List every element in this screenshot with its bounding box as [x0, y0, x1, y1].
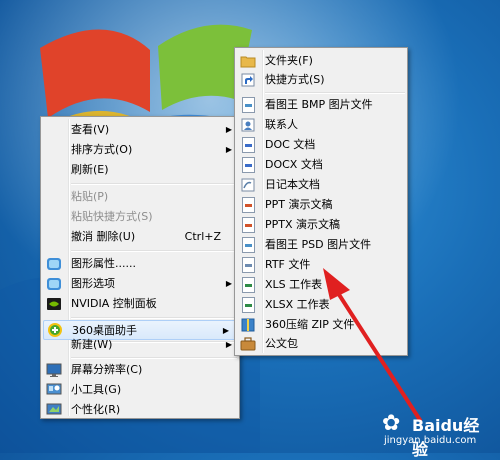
menu-item-label: 排序方式(O) [71, 143, 133, 156]
intel-graphics-icon [47, 258, 61, 270]
menu-item-gadgets[interactable]: 小工具(G) [41, 380, 239, 400]
menu-item-label: 撤消 删除(U) [71, 230, 136, 243]
submenu-item-ppt[interactable]: PPT 演示文稿 [235, 195, 407, 215]
monitor-icon [46, 363, 62, 377]
submenu-item-docx[interactable]: DOCX 文档 [235, 155, 407, 175]
menu-item-label: RTF 文件 [265, 258, 311, 271]
menu-item-personalize[interactable]: 个性化(R) [41, 400, 239, 420]
menu-item-view[interactable]: 查看(V) ▶ [41, 120, 239, 140]
menu-item-undo-delete[interactable]: 撤消 删除(U) Ctrl+Z [41, 227, 239, 247]
menu-item-screen-resolution[interactable]: 屏幕分辨率(C) [41, 360, 239, 380]
docx-file-icon [242, 157, 255, 173]
submenu-item-zip[interactable]: 360压缩 ZIP 文件 [235, 315, 407, 335]
menu-item-new[interactable]: 新建(W) ▶ [41, 335, 239, 355]
rtf-file-icon [242, 257, 255, 273]
submenu-item-folder[interactable]: 文件夹(F) [235, 51, 407, 71]
menu-item-label: 查看(V) [71, 123, 110, 136]
menu-item-label: 图形选项 [71, 277, 115, 290]
menu-item-label: 看图王 BMP 图片文件 [265, 98, 373, 111]
menu-separator [265, 92, 405, 94]
menu-item-label: DOCX 文档 [265, 158, 323, 171]
menu-item-graphics-properties[interactable]: 图形属性...... [41, 254, 239, 274]
menu-item-paste[interactable]: 粘贴(P) [41, 187, 239, 207]
menu-item-label: DOC 文档 [265, 138, 316, 151]
nvidia-icon [47, 298, 61, 310]
watermark-url: jingyan.baidu.com [384, 435, 477, 446]
psd-file-icon [242, 237, 255, 253]
contact-icon [241, 118, 255, 132]
pptx-file-icon [242, 217, 255, 233]
intel-graphics-icon [47, 278, 61, 290]
submenu-item-shortcut[interactable]: 快捷方式(S) [235, 70, 407, 90]
submenu-item-contact[interactable]: 联系人 [235, 115, 407, 135]
bmp-file-icon [242, 97, 255, 113]
menu-item-label: 小工具(G) [71, 383, 122, 396]
menu-separator [71, 250, 237, 252]
menu-separator [71, 183, 237, 185]
menu-item-nvidia-control-panel[interactable]: NVIDIA 控制面板 [41, 294, 239, 314]
shortcut-label: Ctrl+Z [184, 230, 221, 243]
submenu-item-journal[interactable]: 日记本文档 [235, 175, 407, 195]
menu-item-label: XLSX 工作表 [265, 298, 330, 311]
submenu-item-xlsx[interactable]: XLSX 工作表 [235, 295, 407, 315]
folder-icon [240, 56, 256, 68]
menu-item-graphics-options[interactable]: 图形选项 ▶ [41, 274, 239, 294]
personalize-icon [46, 403, 62, 415]
menu-item-label: 文件夹(F) [265, 54, 313, 67]
submenu-arrow-icon: ▶ [225, 145, 232, 154]
menu-item-label: 快捷方式(S) [265, 73, 325, 86]
submenu-arrow-icon: ▶ [225, 340, 232, 349]
menu-item-label: 新建(W) [71, 338, 113, 351]
doc-file-icon [242, 137, 255, 153]
menu-item-label: 公文包 [265, 337, 298, 350]
paw-icon: ✿ [382, 411, 401, 436]
new-submenu: 文件夹(F) 快捷方式(S) 看图王 BMP 图片文件 联系人 DOC 文档 D… [234, 47, 408, 356]
xls-file-icon [242, 277, 255, 293]
submenu-item-psd[interactable]: 看图王 PSD 图片文件 [235, 235, 407, 255]
submenu-item-pptx[interactable]: PPTX 演示文稿 [235, 215, 407, 235]
menu-item-label: 刷新(E) [71, 163, 109, 176]
submenu-item-doc[interactable]: DOC 文档 [235, 135, 407, 155]
menu-item-label: PPT 演示文稿 [265, 198, 333, 211]
menu-item-refresh[interactable]: 刷新(E) [41, 160, 239, 180]
menu-separator [71, 357, 237, 359]
menu-item-label: NVIDIA 控制面板 [71, 297, 157, 310]
xlsx-file-icon [242, 297, 255, 313]
menu-item-label: 联系人 [265, 118, 298, 131]
menu-item-label: 360压缩 ZIP 文件 [265, 318, 355, 331]
menu-item-sort-by[interactable]: 排序方式(O) ▶ [41, 140, 239, 160]
zip-file-icon [241, 318, 255, 332]
menu-item-label: 图形属性...... [71, 257, 136, 270]
submenu-arrow-icon: ▶ [225, 279, 232, 288]
submenu-item-bmp-file[interactable]: 看图王 BMP 图片文件 [235, 95, 407, 115]
desktop-context-menu: 查看(V) ▶ 排序方式(O) ▶ 刷新(E) 粘贴(P) 粘贴快捷方式(S) … [40, 116, 240, 419]
submenu-item-briefcase[interactable]: 公文包 [235, 334, 407, 354]
journal-file-icon [241, 178, 255, 192]
menu-item-label: 个性化(R) [71, 403, 121, 416]
gadgets-icon [46, 383, 62, 395]
menu-item-label: 粘贴快捷方式(S) [71, 210, 153, 223]
menu-item-label: 粘贴(P) [71, 190, 109, 203]
menu-item-label: PPTX 演示文稿 [265, 218, 341, 231]
briefcase-icon [240, 337, 256, 351]
submenu-item-rtf[interactable]: RTF 文件 [235, 255, 407, 275]
menu-separator [71, 317, 237, 319]
menu-item-label: 看图王 PSD 图片文件 [265, 238, 372, 251]
menu-item-paste-shortcut[interactable]: 粘贴快捷方式(S) [41, 207, 239, 227]
shortcut-icon [241, 73, 255, 87]
menu-item-label: 屏幕分辨率(C) [71, 363, 143, 376]
baidu-jingyan-watermark: ✿ Baidu经验 jingyan.baidu.com [382, 409, 494, 459]
submenu-arrow-icon: ▶ [225, 125, 232, 134]
submenu-item-xls[interactable]: XLS 工作表 [235, 275, 407, 295]
menu-item-label: XLS 工作表 [265, 278, 323, 291]
ppt-file-icon [242, 197, 255, 213]
menu-item-label: 日记本文档 [265, 178, 320, 191]
